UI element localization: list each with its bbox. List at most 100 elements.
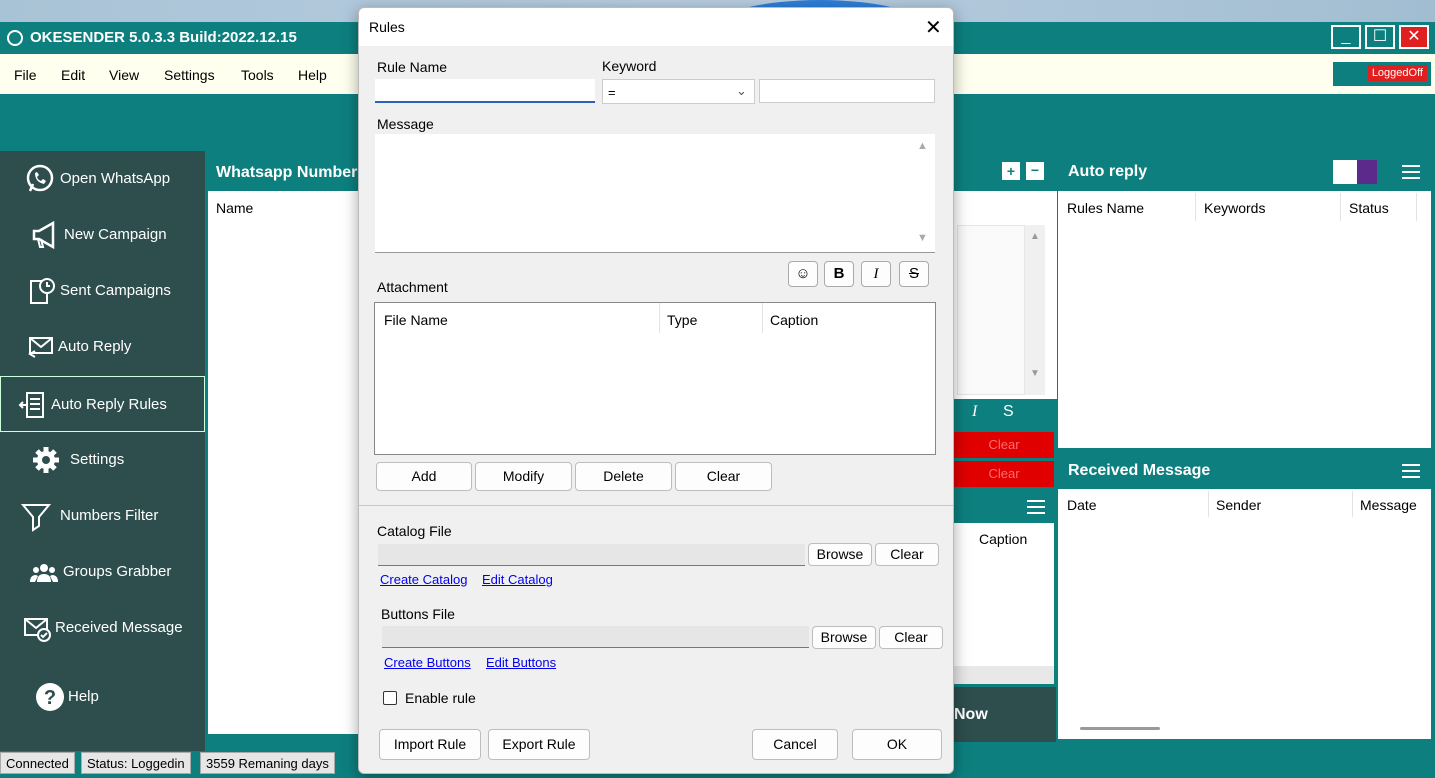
column-divider [1208, 491, 1209, 517]
sidebar-item-open-whatsapp[interactable]: Open WhatsApp [0, 151, 205, 207]
scroll-up-icon[interactable]: ▲ [917, 140, 928, 152]
scrollbar[interactable]: ▲ ▼ [1025, 225, 1045, 395]
emoji-button[interactable]: ☺ [788, 261, 818, 287]
app-title: OKESENDER 5.0.3.3 Build:2022.12.15 [30, 29, 297, 46]
received-message-title: Received Message [1068, 462, 1211, 479]
sidebar-item-label: Auto Reply [58, 338, 132, 355]
menu-settings[interactable]: Settings [164, 67, 215, 83]
menu-edit[interactable]: Edit [61, 67, 85, 83]
menu-icon[interactable] [1402, 165, 1420, 179]
column-caption[interactable]: Caption [979, 531, 1027, 547]
menu-help[interactable]: Help [298, 67, 327, 83]
scrollbar[interactable] [954, 666, 1054, 684]
menu-tools[interactable]: Tools [241, 67, 274, 83]
filter-icon [20, 504, 52, 532]
column-status[interactable]: Status [1349, 200, 1389, 216]
scroll-down-icon[interactable]: ▼ [917, 232, 928, 244]
buttons-browse-button[interactable]: Browse [812, 626, 876, 649]
dialog-titlebar: Rules ✕ [359, 8, 953, 46]
minimize-button[interactable]: _ [1331, 25, 1361, 49]
column-date[interactable]: Date [1067, 497, 1097, 513]
sidebar-item-auto-reply[interactable]: Auto Reply [0, 319, 205, 375]
clear-button-2[interactable]: Clear [954, 461, 1054, 487]
clear-attachments-button[interactable]: Clear [675, 462, 772, 491]
delete-attachment-button[interactable]: Delete [575, 462, 672, 491]
menu-icon[interactable] [1027, 500, 1045, 514]
column-name[interactable]: Name [216, 200, 253, 216]
rules-icon [18, 392, 44, 418]
clear-button-1[interactable]: Clear [954, 432, 1054, 458]
column-sender[interactable]: Sender [1216, 497, 1261, 513]
column-caption[interactable]: Caption [770, 312, 818, 328]
import-rule-button[interactable]: Import Rule [379, 729, 481, 760]
column-divider [659, 303, 660, 333]
auto-reply-icon [28, 337, 53, 358]
close-window-button[interactable]: ✕ [1399, 25, 1429, 49]
buttons-clear-button[interactable]: Clear [879, 626, 943, 649]
sidebar-item-settings[interactable]: Settings [0, 432, 205, 488]
add-attachment-button[interactable]: Add [376, 462, 472, 491]
menu-file[interactable]: File [14, 67, 37, 83]
modify-attachment-button[interactable]: Modify [475, 462, 572, 491]
create-catalog-link[interactable]: Create Catalog [380, 572, 467, 587]
strikethrough-button[interactable]: S [899, 261, 929, 287]
sidebar-item-numbers-filter[interactable]: Numbers Filter [0, 488, 205, 544]
add-icon[interactable]: + [1002, 162, 1020, 180]
create-buttons-link[interactable]: Create Buttons [384, 655, 471, 670]
column-rules-name[interactable]: Rules Name [1067, 200, 1144, 216]
italic-icon[interactable]: I [972, 403, 977, 421]
enable-rule-checkbox[interactable] [383, 691, 397, 705]
rule-name-input[interactable] [375, 79, 595, 103]
sidebar-item-help[interactable]: ? Help [0, 669, 205, 725]
help-icon: ? [36, 683, 64, 711]
sidebar-item-new-campaign[interactable]: New Campaign [0, 207, 205, 263]
close-icon[interactable]: ✕ [925, 15, 942, 40]
chevron-down-icon: ⌄ [736, 83, 747, 98]
catalog-file-input[interactable] [378, 544, 805, 566]
attachment-list[interactable]: File Name Type Caption [374, 302, 936, 455]
total-value: 0 [267, 717, 276, 733]
keyword-operator-select[interactable]: = ⌄ [602, 79, 755, 104]
strikethrough-icon[interactable]: S [1003, 403, 1014, 421]
divider [359, 505, 953, 506]
column-message[interactable]: Message [1360, 497, 1417, 513]
maximize-button[interactable]: ☐ [1365, 25, 1395, 49]
menu-icon[interactable] [1402, 464, 1420, 478]
catalog-file-label: Catalog File [377, 523, 452, 539]
auto-reply-table[interactable]: Rules Name Keywords Status [1058, 191, 1431, 448]
cancel-button[interactable]: Cancel [752, 729, 838, 760]
toggle-off-icon[interactable] [1333, 160, 1357, 184]
bold-button[interactable]: B [824, 261, 854, 287]
buttons-file-input[interactable] [382, 626, 809, 648]
column-divider [1352, 491, 1353, 517]
toggle-on-icon[interactable] [1357, 160, 1377, 184]
catalog-browse-button[interactable]: Browse [808, 543, 872, 566]
column-type[interactable]: Type [667, 312, 697, 328]
received-message-table[interactable]: Date Sender Message [1058, 489, 1431, 739]
edit-buttons-link[interactable]: Edit Buttons [486, 655, 556, 670]
message-textarea[interactable]: ▲ ▼ [375, 134, 935, 253]
send-now-label: Now [954, 706, 988, 723]
export-rule-button[interactable]: Export Rule [488, 729, 590, 760]
edit-catalog-link[interactable]: Edit Catalog [482, 572, 553, 587]
sidebar-item-sent-campaigns[interactable]: Sent Campaigns [0, 263, 205, 319]
catalog-clear-button[interactable]: Clear [875, 543, 939, 566]
sidebar-item-label: Help [68, 688, 99, 705]
column-file-name[interactable]: File Name [384, 312, 448, 328]
sidebar-item-groups-grabber[interactable]: Groups Grabber [0, 544, 205, 600]
send-now-button[interactable]: Now [954, 687, 1056, 742]
scrollbar-thumb[interactable] [1080, 727, 1160, 730]
menu-view[interactable]: View [109, 67, 139, 83]
numbers-list[interactable]: Name [208, 191, 358, 734]
campaign-attachments[interactable]: Caption [954, 523, 1054, 666]
ok-button[interactable]: OK [852, 729, 942, 760]
remove-icon[interactable]: − [1026, 162, 1044, 180]
received-message-header: Received Message [1058, 451, 1431, 489]
italic-button[interactable]: I [861, 261, 891, 287]
column-keywords[interactable]: Keywords [1204, 200, 1265, 216]
sidebar-item-auto-reply-rules[interactable]: Auto Reply Rules [0, 376, 205, 432]
rules-dialog: Rules ✕ Rule Name Keyword = ⌄ Message ▲ … [358, 7, 954, 774]
keyword-input[interactable] [759, 79, 935, 103]
sidebar-item-received-message[interactable]: Received Message [0, 600, 205, 656]
campaign-message-input[interactable] [957, 225, 1025, 395]
